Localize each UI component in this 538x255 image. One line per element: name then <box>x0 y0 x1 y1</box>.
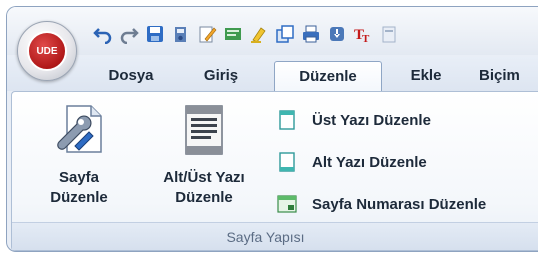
undo-icon[interactable] <box>93 24 113 44</box>
tab-dosya[interactable]: Dosya <box>97 61 165 91</box>
page-number-icon <box>276 193 298 215</box>
edit-page-number-label: Sayfa Numarası Düzenle <box>312 195 487 213</box>
redo-icon[interactable] <box>119 24 139 44</box>
more-icon[interactable] <box>379 24 399 44</box>
page-setup-label-line1: Sayfa <box>58 169 100 186</box>
ribbon-panel: Sayfa Düzenle Alt/Üst Yazı Düzenle Üst Y… <box>11 91 538 251</box>
copy-icon[interactable] <box>275 24 295 44</box>
edit-header-label: Üst Yazı Düzenle <box>312 111 431 129</box>
export-icon[interactable] <box>327 24 347 44</box>
document-icon[interactable] <box>223 24 243 44</box>
svg-text:T: T <box>362 33 370 44</box>
header-footer-label-line1: Alt/Üst Yazı <box>163 169 245 186</box>
quick-access-toolbar: TT <box>7 7 538 55</box>
edit-pen-icon[interactable] <box>197 24 217 44</box>
header-footer-icon <box>178 102 230 158</box>
edit-footer-label: Alt Yazı Düzenle <box>312 153 427 171</box>
header-footer-button[interactable]: Alt/Üst Yazı Düzenle <box>150 102 258 208</box>
save-as-icon[interactable] <box>171 24 191 44</box>
edit-header-button[interactable]: Üst Yazı Düzenle <box>276 108 431 132</box>
tab-duzenle[interactable]: Düzenle <box>274 61 382 92</box>
edit-footer-button[interactable]: Alt Yazı Düzenle <box>276 150 427 174</box>
application-menu-button[interactable]: UDE <box>17 21 77 81</box>
save-icon[interactable] <box>145 24 165 44</box>
edit-page-number-button[interactable]: Sayfa Numarası Düzenle <box>276 192 486 216</box>
tab-giris[interactable]: Giriş <box>195 61 247 91</box>
print-icon[interactable] <box>301 24 321 44</box>
app-window: TT UDE Dosya Giriş Düzenle Ekle Biçim Sa… <box>6 6 538 252</box>
group-label-page-layout: Sayfa Yapısı <box>12 222 538 250</box>
tab-bicim[interactable]: Biçim <box>479 61 538 91</box>
text-style-icon[interactable]: TT <box>353 24 373 44</box>
header-footer-label-line2: Düzenle <box>175 189 233 206</box>
footer-page-icon <box>276 151 298 173</box>
page-setup-button[interactable]: Sayfa Düzenle <box>34 102 124 208</box>
page-setup-label-line2: Düzenle <box>50 189 108 206</box>
header-page-icon <box>276 109 298 131</box>
ribbon-tab-bar: Dosya Giriş Düzenle Ekle Biçim <box>7 57 538 92</box>
tab-ekle[interactable]: Ekle <box>399 61 453 91</box>
page-setup-icon <box>53 102 105 158</box>
ude-logo: UDE <box>27 31 67 71</box>
highlighter-icon[interactable] <box>249 24 269 44</box>
